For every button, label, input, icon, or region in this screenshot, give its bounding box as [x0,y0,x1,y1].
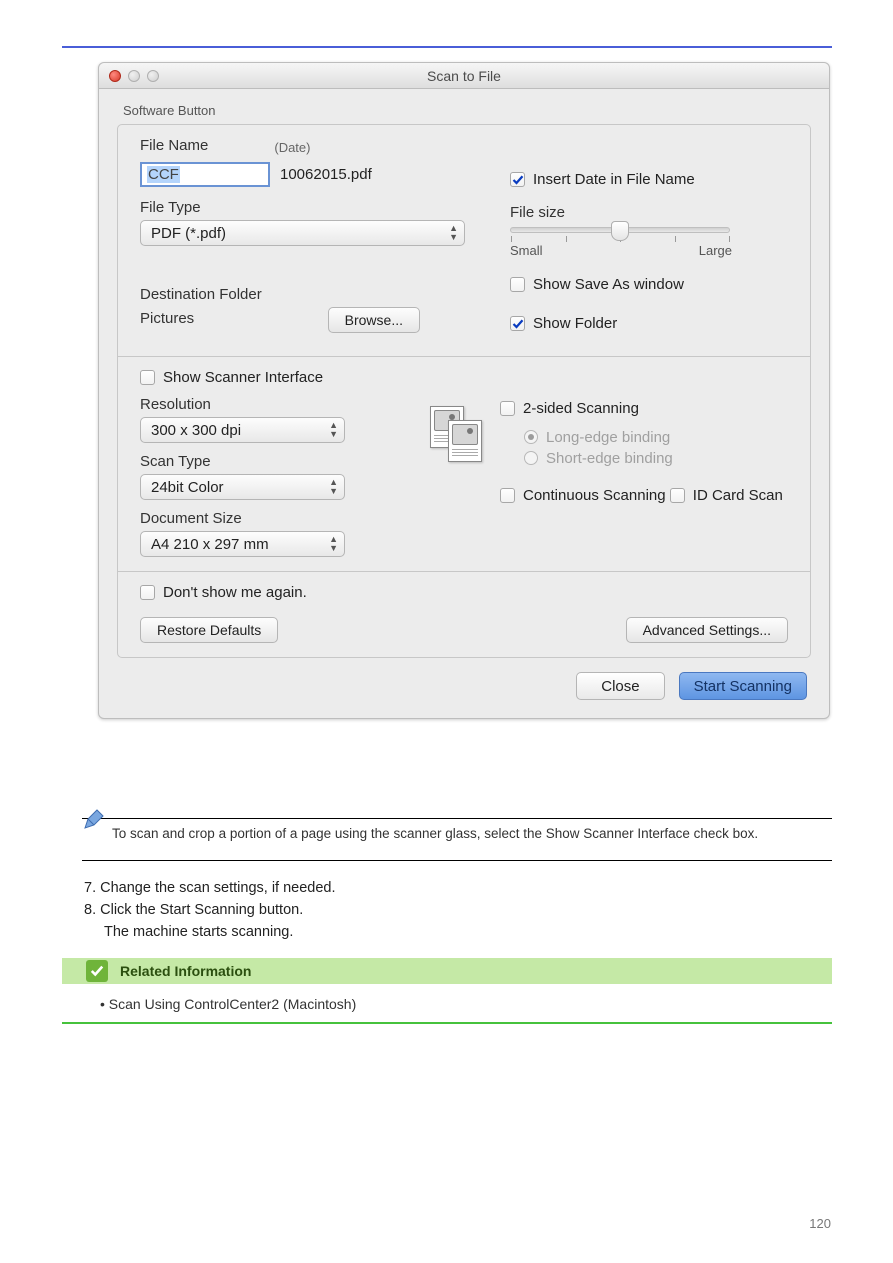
browse-button[interactable]: Browse... [328,307,420,333]
page-divider-top [62,46,832,48]
show-save-as-checkbox[interactable]: Show Save As window [510,276,684,293]
advanced-settings-button[interactable]: Advanced Settings... [626,617,788,643]
document-size-value: A4 210 x 297 mm [151,536,269,553]
file-size-label: File size [510,204,788,221]
show-folder-label: Show Folder [533,315,617,332]
check-icon [86,960,108,982]
destination-folder-value: Pictures [140,310,194,327]
scan-type-value: 24bit Color [151,479,224,496]
stepper-icon: ▲▼ [329,421,338,439]
file-type-value: PDF (*.pdf) [151,225,226,242]
checkbox-icon [510,277,525,292]
file-name-label: File Name [140,137,208,154]
date-hint-label: (Date) [274,140,310,155]
file-name-input[interactable]: CCF [140,162,270,187]
document-size-label: Document Size [140,510,430,527]
show-folder-checkbox[interactable]: Show Folder [510,315,617,332]
insert-date-label: Insert Date in File Name [533,171,695,188]
section-label: Software Button [123,103,829,118]
long-edge-radio: Long-edge binding [524,429,670,446]
long-edge-label: Long-edge binding [546,429,670,446]
file-size-slider[interactable]: Small Large [510,227,788,258]
document-size-select[interactable]: A4 210 x 297 mm ▲▼ [140,531,345,557]
resolution-select[interactable]: 300 x 300 dpi ▲▼ [140,417,345,443]
sample-preview-icon [430,406,488,468]
stepper-icon: ▲▼ [329,478,338,496]
idcard-checkbox[interactable]: ID Card Scan [670,487,783,504]
restore-defaults-button[interactable]: Restore Defaults [140,617,278,643]
idcard-label: ID Card Scan [693,487,783,504]
scan-type-select[interactable]: 24bit Color ▲▼ [140,474,345,500]
slider-small-label: Small [510,243,543,258]
note-text: To scan and crop a portion of a page usi… [112,826,830,841]
resolution-value: 300 x 300 dpi [151,422,241,439]
dont-show-label: Don't show me again. [163,584,307,601]
checkbox-icon [500,488,515,503]
continuous-checkbox[interactable]: Continuous Scanning [500,487,666,504]
checkbox-checked-icon [510,172,525,187]
continuous-label: Continuous Scanning [523,487,666,504]
window-title: Scan to File [99,68,829,84]
scan-type-label: Scan Type [140,453,430,470]
stepper-icon: ▲▼ [329,535,338,553]
start-scanning-button[interactable]: Start Scanning [679,672,807,700]
checkbox-checked-icon [510,316,525,331]
page-number: 120 [809,1216,831,1231]
stepper-icon: ▲▼ [449,224,458,242]
file-type-select[interactable]: PDF (*.pdf) ▲▼ [140,220,465,246]
settings-group: File Name (Date) CCF 10062015.pdf File T… [117,124,811,658]
step-result: The machine starts scanning. [104,924,832,940]
checkbox-icon [140,370,155,385]
related-divider [62,1022,832,1024]
close-button[interactable]: Close [576,672,664,700]
insert-date-checkbox[interactable]: Insert Date in File Name [510,171,695,188]
step-7: 7. Change the scan settings, if needed. [84,880,832,896]
file-type-label: File Type [140,199,510,216]
note-divider-bottom [82,860,832,861]
checkbox-icon [140,585,155,600]
related-info-bar: Related Information [62,958,832,984]
related-info-title: Related Information [120,963,251,979]
scan-to-file-window: Scan to File Software Button File Name (… [98,62,830,719]
short-edge-label: Short-edge binding [546,450,673,467]
slider-large-label: Large [699,243,732,258]
pencil-icon [82,808,106,836]
note-divider-top [82,818,832,819]
destination-folder-label: Destination Folder [140,286,510,303]
slider-thumb[interactable] [611,221,629,241]
file-name-suffix: 10062015.pdf [280,166,372,183]
dont-show-checkbox[interactable]: Don't show me again. [140,584,307,601]
show-scanner-interface-label: Show Scanner Interface [163,369,323,386]
titlebar: Scan to File [99,63,829,89]
step-8: 8. Click the Start Scanning button. [84,902,832,918]
instruction-steps: 7. Change the scan settings, if needed. … [84,880,832,940]
show-scanner-interface-checkbox[interactable]: Show Scanner Interface [140,369,323,386]
resolution-label: Resolution [140,396,430,413]
footer-buttons: Close Start Scanning [99,658,829,718]
two-sided-checkbox[interactable]: 2-sided Scanning [500,400,639,417]
two-sided-label: 2-sided Scanning [523,400,639,417]
short-edge-radio: Short-edge binding [524,450,673,467]
checkbox-icon [670,488,685,503]
checkbox-icon [500,401,515,416]
show-save-as-label: Show Save As window [533,276,684,293]
related-link[interactable]: • Scan Using ControlCenter2 (Macintosh) [100,996,356,1012]
